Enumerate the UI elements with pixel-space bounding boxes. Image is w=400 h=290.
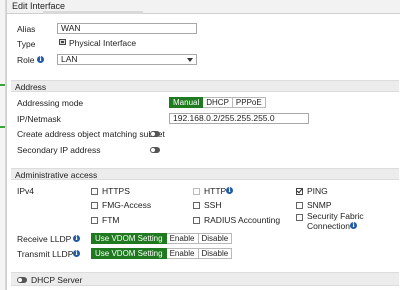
radius-accounting-label: RADIUS Accounting xyxy=(204,215,281,225)
alias-input[interactable]: WAN xyxy=(57,23,197,34)
ipv4-label: IPv4 xyxy=(17,186,35,196)
mode-pppoe-button[interactable]: PPPoE xyxy=(232,97,266,108)
security-fabric-label-line2: Connection xyxy=(307,221,351,231)
role-select[interactable]: LAN xyxy=(57,54,197,65)
ssh-checkbox[interactable] xyxy=(193,202,200,209)
security-fabric-label: Security Fabric xyxy=(307,211,364,221)
receive-lldp-enable-button[interactable]: Enable xyxy=(166,233,199,244)
http-checkbox[interactable] xyxy=(193,188,200,195)
address-section-title: Address xyxy=(15,82,47,92)
receive-lldp-vdom-button[interactable]: Use VDOM Setting xyxy=(91,233,167,244)
role-select-value: LAN xyxy=(61,54,78,64)
gutter-marker xyxy=(0,84,5,86)
snmp-checkbox[interactable] xyxy=(296,202,303,209)
transmit-lldp-label: Transmit LLDP xyxy=(17,249,74,259)
receive-lldp-info-icon[interactable]: i xyxy=(73,235,80,242)
type-label: Type xyxy=(17,39,36,49)
physical-interface-icon xyxy=(59,39,66,45)
snmp-label: SNMP xyxy=(307,200,332,210)
admin-access-section-title: Administrative access xyxy=(15,170,98,180)
role-info-icon[interactable]: i xyxy=(37,56,44,63)
https-label: HTTPS xyxy=(102,186,130,196)
mode-manual-button[interactable]: Manual xyxy=(169,97,204,108)
alias-label: Alias xyxy=(17,24,36,34)
mode-dhcp-button[interactable]: DHCP xyxy=(203,97,233,108)
transmit-lldp-disable-button[interactable]: Disable xyxy=(198,248,233,259)
addressing-mode-toggle: Manual DHCP PPPoE xyxy=(169,97,266,108)
edit-interface-dialog: Edit Interface Alias WAN Type Physical I… xyxy=(6,0,400,290)
admin-access-section-header: Administrative access xyxy=(11,168,399,180)
create-address-object-toggle[interactable] xyxy=(150,131,160,137)
dialog-title: Edit Interface xyxy=(12,1,66,11)
addressing-mode-label: Addressing mode xyxy=(17,98,84,108)
transmit-lldp-vdom-button[interactable]: Use VDOM Setting xyxy=(91,248,167,259)
receive-lldp-toggle: Use VDOM Setting Enable Disable xyxy=(91,233,233,244)
obscured-name-field xyxy=(43,11,143,14)
dialog-titlebar: Edit Interface xyxy=(7,0,400,14)
create-address-object-label: Create address object matching subnet xyxy=(17,129,165,139)
fmg-access-checkbox[interactable] xyxy=(91,202,98,209)
ping-label: PING xyxy=(307,186,328,196)
ftm-label: FTM xyxy=(102,215,120,225)
ftm-checkbox[interactable] xyxy=(91,217,98,224)
https-checkbox[interactable] xyxy=(91,188,98,195)
receive-lldp-disable-button[interactable]: Disable xyxy=(198,233,233,244)
transmit-lldp-info-icon[interactable]: i xyxy=(73,250,80,257)
dhcp-server-toggle[interactable] xyxy=(17,277,27,283)
security-fabric-info-icon[interactable]: i xyxy=(350,222,357,229)
transmit-lldp-toggle: Use VDOM Setting Enable Disable xyxy=(91,248,233,259)
chevron-down-icon xyxy=(187,58,193,62)
receive-lldp-label: Receive LLDP xyxy=(17,234,72,244)
dhcp-server-label: DHCP Server xyxy=(31,275,83,285)
radius-accounting-checkbox[interactable] xyxy=(193,217,200,224)
ipnetmask-input[interactable]: 192.168.0.2/255.255.255.0 xyxy=(169,113,309,124)
ipnetmask-label: IP/Netmask xyxy=(17,114,61,124)
type-value: Physical Interface xyxy=(69,38,137,48)
gutter-marker xyxy=(0,126,5,128)
http-info-icon[interactable]: i xyxy=(226,187,233,194)
http-label: HTTP xyxy=(204,186,227,196)
security-fabric-checkbox[interactable] xyxy=(296,214,303,221)
secondary-ip-toggle[interactable] xyxy=(150,147,160,153)
role-label: Role xyxy=(17,55,35,65)
address-section-header: Address xyxy=(11,80,399,92)
fmg-access-label: FMG-Access xyxy=(102,200,152,210)
secondary-ip-label: Secondary IP address xyxy=(17,145,101,155)
transmit-lldp-enable-button[interactable]: Enable xyxy=(166,248,199,259)
ssh-label: SSH xyxy=(204,200,222,210)
ping-checkbox[interactable] xyxy=(296,188,303,195)
